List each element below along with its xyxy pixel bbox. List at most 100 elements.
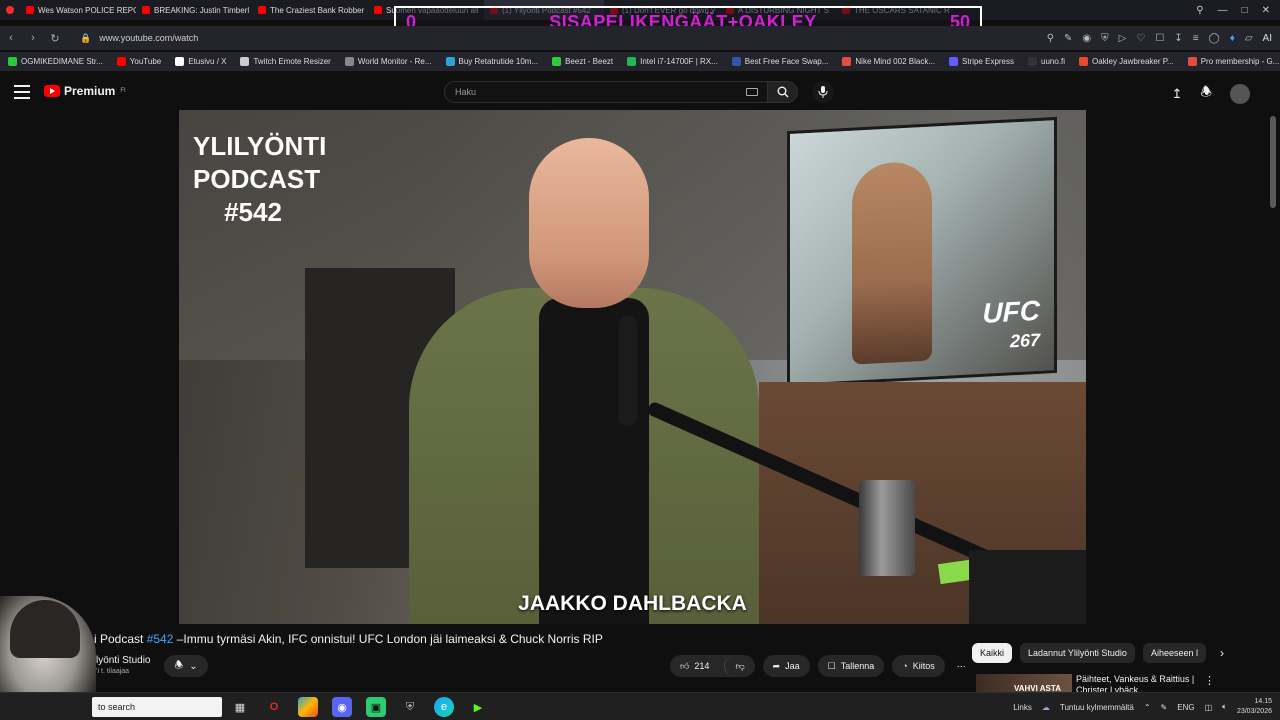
shield-app-icon[interactable]: ⛨ — [400, 697, 420, 717]
opera-icon[interactable]: O — [264, 697, 284, 717]
avatar[interactable] — [1230, 84, 1250, 104]
edit-icon[interactable]: ✎ — [1064, 33, 1072, 44]
weather-text[interactable]: Tuntuu kylmemmältä — [1060, 703, 1134, 712]
bookmark-item[interactable]: Twitch Emote Resizer — [240, 57, 331, 66]
show-title-line2: PODCAST — [193, 164, 321, 194]
upload-icon[interactable]: ↥ — [1171, 86, 1182, 102]
back-icon[interactable]: ‹ — [0, 32, 22, 44]
task-view-icon[interactable]: ▦ — [230, 697, 250, 717]
dislike-button[interactable]: 👎︎ — [724, 655, 754, 677]
play-icon[interactable]: ▷ — [1119, 33, 1127, 44]
bookmark-item[interactable]: uuno.fi — [1028, 57, 1065, 66]
pen-icon[interactable]: ✎ — [1161, 703, 1168, 712]
search-button[interactable] — [768, 81, 798, 103]
media-player-icon[interactable]: ▶ — [468, 697, 488, 717]
tv-ufc-line1: UFC — [982, 294, 1040, 329]
recommended-video[interactable]: VAHVI ASTA Päihteet, Vankeus & Raittius … — [976, 672, 1226, 694]
reload-icon[interactable]: ↻ — [44, 32, 66, 45]
bookmark-item[interactable]: Pro membership - G... — [1187, 57, 1279, 66]
like-dislike-group: 👍︎ 214 👎︎ — [670, 655, 755, 677]
bookmark-item[interactable]: Beezt - Beezt — [552, 57, 613, 66]
bookmark-item[interactable]: Stripe Express — [948, 57, 1015, 66]
minimize-icon[interactable]: — — [1218, 5, 1228, 16]
video-actions: 👍︎ 214 👎︎ ➦ Jaa ☐ Tallenna ◔ Kiitos ⋯ — [670, 655, 970, 677]
webcam-person — [10, 600, 80, 658]
browser-tab-label: BREAKING: Justin Timberl — [154, 5, 250, 15]
links-label[interactable]: Links — [1013, 703, 1032, 712]
bookmark-label: Stripe Express — [961, 57, 1015, 66]
hamburger-menu-icon[interactable] — [14, 85, 30, 99]
tab-search-icon[interactable]: ⚲ — [1196, 5, 1203, 16]
chip-all[interactable]: Kaikki — [972, 643, 1013, 663]
video-player[interactable]: UFC 267 YLILYÖNTI PODCAST #542 JAAKKO DAH… — [179, 110, 1086, 624]
browser-tab[interactable]: The Craziest Bank Robber — [252, 0, 368, 20]
scrollbar-thumb[interactable] — [1270, 116, 1276, 208]
voice-search-button[interactable] — [812, 81, 834, 103]
discord-icon[interactable]: ◉ — [332, 697, 352, 717]
volume-icon[interactable]: 🔈︎ — [1222, 702, 1227, 712]
bookmark-icon[interactable]: ☐ — [1155, 33, 1164, 44]
video-tv-screen: UFC 267 — [787, 116, 1057, 388]
tray-arrow-icon[interactable]: ⌃ — [1144, 703, 1151, 712]
cube-icon[interactable]: ▱ — [1245, 33, 1253, 44]
tv-fighter-figure — [852, 160, 932, 365]
youtube-premium-logo[interactable]: Premium FI — [44, 84, 126, 98]
zoom-icon[interactable]: ⚲ — [1047, 33, 1054, 44]
chip-uploaded-by[interactable]: Ladannut Ylilyönti Studio — [1020, 643, 1135, 663]
notifications-bell-icon[interactable]: 🕭 — [1200, 83, 1212, 105]
microphone-icon — [818, 86, 828, 98]
menu-list-icon[interactable]: ≡ — [1193, 33, 1199, 44]
network-icon[interactable]: ◫ — [1205, 703, 1213, 712]
thanks-button[interactable]: ◔ Kiitos — [892, 655, 945, 677]
camera-icon[interactable]: ◉ — [1082, 33, 1091, 44]
chip-related[interactable]: Aiheeseen l — [1142, 643, 1206, 663]
bookmark-item[interactable]: OGMIKEDIMANE Str... — [8, 57, 103, 66]
like-button[interactable]: 👍︎ 214 — [670, 655, 719, 677]
bookmark-label: Best Free Face Swap... — [744, 57, 829, 66]
extension-icon[interactable]: ♦ — [1230, 33, 1235, 44]
subscription-bell-button[interactable]: 🕭 ⌄ — [164, 655, 208, 677]
recommended-more-icon[interactable]: ⋮ — [1204, 674, 1215, 687]
video-title-hashtag[interactable]: #542 — [147, 632, 174, 646]
bookmark-item[interactable]: Oakley Jawbreaker P... — [1079, 57, 1174, 66]
save-button[interactable]: ☐ Tallenna — [817, 655, 885, 677]
bookmark-item[interactable]: Buy Retatrutide 10m... — [445, 57, 538, 66]
address-bar[interactable]: 🔒 www.youtube.com/watch — [80, 33, 198, 44]
bookmark-item[interactable]: Best Free Face Swap... — [731, 57, 829, 66]
clock[interactable]: 14.15 23/03/2026 — [1237, 697, 1272, 717]
more-actions-button[interactable]: ⋯ — [953, 655, 970, 677]
bookmark-label: uuno.fi — [1041, 57, 1066, 66]
recommended-title[interactable]: Päihteet, Vankeus & Raittius | Christer … — [1076, 674, 1194, 694]
ai-icon[interactable]: AI — [1263, 33, 1272, 44]
browser-tab[interactable]: BREAKING: Justin Timberl — [136, 0, 252, 20]
channel-name[interactable]: lyönti Studio — [96, 655, 150, 666]
search-input[interactable]: Haku — [444, 81, 768, 103]
bookmark-item[interactable]: Intel i7-14700F | RX... — [627, 57, 718, 66]
travel-mug — [859, 480, 915, 576]
taskbar-search[interactable]: to search — [92, 697, 222, 717]
maximize-icon[interactable]: □ — [1242, 5, 1248, 16]
close-icon[interactable]: ✕ — [1262, 5, 1270, 16]
bookmark-item[interactable]: World Monitor - Re... — [344, 57, 432, 66]
video-title: i Podcast #542 –Immu tyrmäsi Akin, IFC o… — [94, 632, 603, 646]
bookmark-item[interactable]: YouTube — [116, 57, 161, 66]
lang-label[interactable]: ENG — [1177, 703, 1194, 712]
forward-icon[interactable]: › — [22, 32, 44, 44]
edge-icon[interactable]: e — [434, 697, 454, 717]
color-app-icon[interactable] — [298, 697, 318, 717]
keyboard-icon[interactable] — [746, 88, 758, 96]
chat-app-icon[interactable]: ▣ — [366, 697, 386, 717]
recommended-thumbnail[interactable]: VAHVI ASTA — [976, 674, 1072, 694]
search-icon — [777, 86, 788, 98]
share-button[interactable]: ➦ Jaa — [762, 655, 810, 677]
bookmark-item[interactable]: Etusivu / X — [175, 57, 226, 66]
chevron-right-icon[interactable]: › — [1220, 646, 1224, 660]
shield-icon[interactable]: ⛨ — [1101, 33, 1109, 44]
profile-icon[interactable]: ◯ — [1209, 33, 1220, 44]
bookmark-item[interactable]: Nike Mind 002 Black... — [842, 57, 935, 66]
browser-menu-icon[interactable] — [0, 0, 20, 20]
bookmark-favicon-icon — [627, 57, 637, 66]
download-icon[interactable]: ↧ — [1174, 33, 1182, 44]
heart-icon[interactable]: ♡ — [1136, 33, 1145, 44]
browser-tab[interactable]: Wes Watson POLICE REPO — [20, 0, 136, 20]
